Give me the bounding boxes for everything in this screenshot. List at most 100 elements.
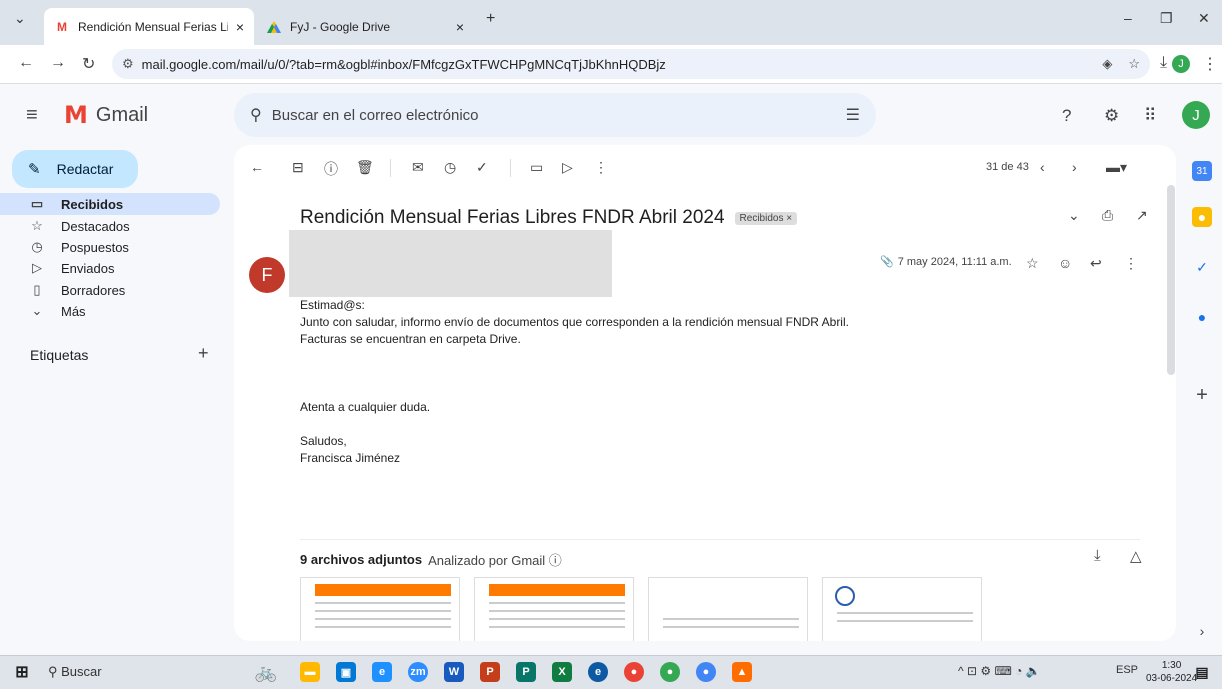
main-menu-icon[interactable]: ≡: [26, 104, 38, 127]
account-avatar[interactable]: J: [1182, 101, 1210, 129]
expand-panel-icon[interactable]: ›: [1192, 621, 1212, 641]
star-icon[interactable]: ☆: [1026, 255, 1039, 272]
powerpoint-icon[interactable]: P: [480, 662, 500, 682]
sidebar-item-drafts[interactable]: ▯ Borradores: [0, 279, 220, 301]
apps-grid-icon[interactable]: ⠿: [1144, 106, 1156, 126]
tab-gmail[interactable]: M Rendición Mensual Ferias Libres ×: [44, 8, 254, 45]
tasks-icon[interactable]: ✓: [1192, 257, 1212, 277]
edge-icon[interactable]: e: [588, 662, 608, 682]
download-icon[interactable]: ⤓: [1160, 54, 1167, 72]
sidebar-item-sent[interactable]: ▷ Enviados: [0, 257, 220, 279]
notifications-icon[interactable]: ▤: [1192, 662, 1212, 682]
zoom-icon[interactable]: zm: [408, 662, 428, 682]
more-options-icon[interactable]: ⋮: [594, 159, 608, 176]
tab-list-icon[interactable]: ⌄: [14, 10, 26, 27]
system-tray[interactable]: ^ ⊡ ⚙ ⌨ ◔ 🔈: [958, 664, 1041, 678]
taskbar-search[interactable]: ⚲ Buscar: [48, 664, 102, 680]
move-to-icon[interactable]: ▭: [530, 159, 543, 176]
close-icon[interactable]: ×: [456, 19, 464, 35]
add-task-icon[interactable]: ✓: [476, 159, 488, 176]
search-options-icon[interactable]: ☰: [846, 105, 860, 125]
next-email-icon[interactable]: ›: [1072, 159, 1077, 175]
help-icon[interactable]: ?: [1062, 106, 1071, 126]
calendar-icon[interactable]: 31: [1192, 161, 1212, 181]
search-icon[interactable]: ⚲: [250, 105, 262, 125]
chrome-profile-icon[interactable]: ●: [696, 662, 716, 682]
language-indicator[interactable]: ESP: [1116, 664, 1138, 676]
add-app-icon[interactable]: +: [1192, 384, 1212, 406]
input-tools-icon[interactable]: ▬▾: [1106, 159, 1127, 176]
windows-start-icon[interactable]: ⊞: [12, 662, 32, 682]
minimize-icon[interactable]: –: [1124, 10, 1132, 26]
url-field[interactable]: ⚙ mail.google.com/mail/u/0/?tab=rm&ogbl#…: [112, 49, 1150, 79]
browser-menu-icon[interactable]: ⋮: [1202, 54, 1218, 74]
app-icon[interactable]: ▣: [336, 662, 356, 682]
message-more-icon[interactable]: ⋮: [1124, 255, 1138, 272]
sidebar-item-starred[interactable]: ☆ Destacados: [0, 215, 220, 237]
toolbar-divider: [390, 159, 391, 177]
attachment-icon: 📎: [880, 256, 894, 268]
label-icon[interactable]: ▷: [562, 159, 573, 176]
reload-icon[interactable]: ↻: [82, 54, 95, 74]
snooze-icon[interactable]: ◷: [444, 159, 456, 176]
back-icon[interactable]: ←: [18, 54, 34, 72]
prev-email-icon[interactable]: ‹: [1040, 159, 1045, 175]
url-text: mail.google.com/mail/u/0/?tab=rm&ogbl#in…: [141, 56, 666, 72]
forward-icon[interactable]: →: [50, 54, 66, 72]
word-icon[interactable]: W: [444, 662, 464, 682]
collapse-icon[interactable]: ⌄: [1068, 207, 1080, 224]
close-window-icon[interactable]: ✕: [1198, 10, 1210, 27]
email-scrollbar[interactable]: [1167, 185, 1175, 375]
sidebar-item-inbox[interactable]: ▭ Recibidos: [0, 193, 220, 215]
archive-icon[interactable]: ⊟: [292, 159, 304, 176]
add-label-icon[interactable]: +: [198, 343, 209, 364]
save-to-drive-icon[interactable]: △: [1130, 547, 1142, 565]
taskbar-clock[interactable]: 1:30 03-06-2024: [1146, 659, 1197, 685]
eye-icon[interactable]: ◈: [1102, 56, 1112, 72]
report-spam-icon[interactable]: ⓘ: [324, 159, 338, 179]
mark-unread-icon[interactable]: ✉: [412, 159, 424, 176]
chrome-icon[interactable]: ●: [624, 662, 644, 682]
settings-icon[interactable]: ⚙: [1104, 106, 1119, 126]
new-tab-icon[interactable]: +: [486, 10, 495, 28]
gmail-logo[interactable]: M Gmail: [64, 101, 148, 129]
inbox-label-chip[interactable]: Recibidos ×: [734, 211, 798, 225]
search-input[interactable]: Buscar en el correo electrónico: [272, 107, 479, 124]
compose-button[interactable]: ✎ Redactar: [12, 150, 138, 188]
app-icon[interactable]: ▲: [732, 662, 752, 682]
reply-icon[interactable]: ↩: [1090, 255, 1102, 272]
download-all-icon[interactable]: ⤓: [1094, 547, 1101, 564]
site-info-icon[interactable]: ⚙: [122, 56, 134, 72]
tab-drive[interactable]: FyJ - Google Drive ×: [256, 8, 474, 45]
excel-icon[interactable]: X: [552, 662, 572, 682]
open-new-window-icon[interactable]: ↗: [1136, 207, 1148, 224]
emoji-icon[interactable]: ☺: [1058, 255, 1072, 271]
keep-icon[interactable]: ●: [1192, 207, 1212, 227]
sidebar-item-more[interactable]: ⌄ Más: [0, 300, 220, 322]
attachment-thumbnail[interactable]: [474, 577, 634, 641]
project-icon[interactable]: P: [516, 662, 536, 682]
file-explorer-icon[interactable]: ▬: [300, 662, 320, 682]
email-view: ← ⊟ ⓘ 🗑 ✉ ◷ ✓ ▭ ▷ ⋮ 31 de 43 ‹ › ▬▾ Rend…: [234, 145, 1176, 641]
windows-taskbar: ⊞ ⚲ Buscar 🚲 ▬ ▣ e zm W P P X e ● ● ● ▲ …: [0, 655, 1222, 689]
close-icon[interactable]: ×: [236, 19, 244, 35]
contacts-icon[interactable]: ●: [1192, 307, 1212, 327]
bookmark-star-icon[interactable]: ☆: [1128, 56, 1140, 72]
print-icon[interactable]: ⎙: [1102, 207, 1113, 224]
pencil-icon: ✎: [28, 161, 41, 178]
delete-icon[interactable]: 🗑: [356, 159, 374, 176]
gmail-icon: M: [57, 19, 67, 34]
back-to-inbox-icon[interactable]: ←: [250, 159, 264, 175]
star-icon: ☆: [31, 218, 43, 233]
gmail-m-icon: M: [64, 101, 88, 129]
profile-avatar[interactable]: J: [1172, 55, 1190, 73]
sidebar-item-snoozed[interactable]: ◷ Pospuestos: [0, 236, 220, 258]
ie-icon[interactable]: e: [372, 662, 392, 682]
chrome-profile-icon[interactable]: ●: [660, 662, 680, 682]
bike-icon: 🚲: [254, 661, 278, 682]
attachment-thumbnail[interactable]: [822, 577, 982, 641]
attachment-thumbnail[interactable]: [648, 577, 808, 641]
restore-icon[interactable]: ❐: [1160, 10, 1173, 27]
search-box[interactable]: ⚲ Buscar en el correo electrónico ☰: [234, 93, 876, 137]
attachment-thumbnail[interactable]: [300, 577, 460, 641]
